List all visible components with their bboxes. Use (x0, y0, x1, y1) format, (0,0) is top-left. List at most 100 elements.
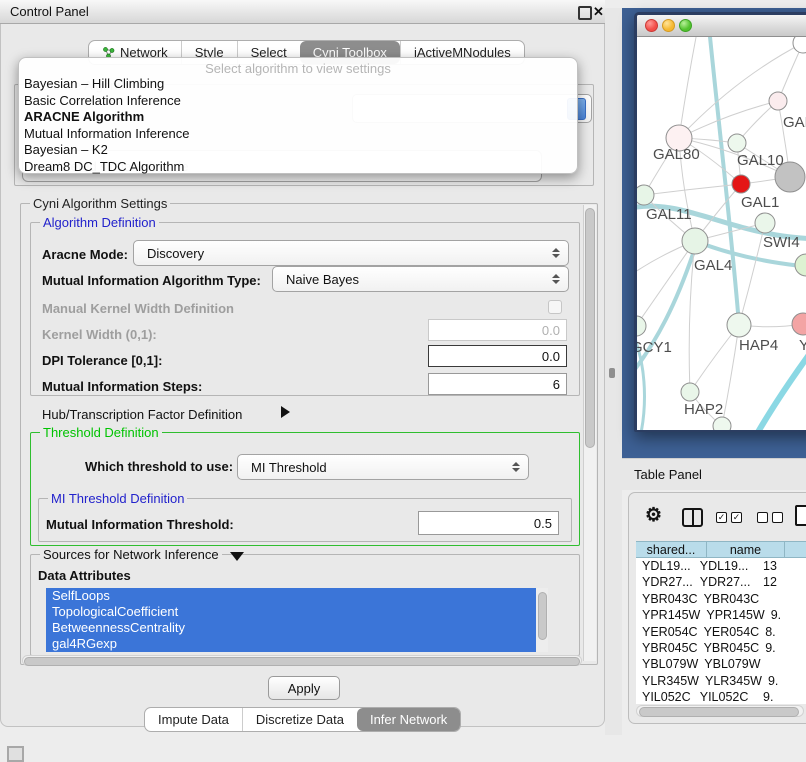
node-label-gal10: GAL10 (737, 152, 784, 169)
table-row[interactable]: YBR045CYBR045C9. (636, 640, 806, 656)
hub-expand-icon[interactable] (281, 406, 290, 418)
network-node[interactable] (792, 313, 806, 335)
which-threshold-combo[interactable]: MI Threshold (237, 454, 529, 480)
node-label-gal11: GAL11 (646, 206, 692, 223)
attribute-item-gal4rgexp[interactable]: gal4RGexp (46, 636, 548, 652)
table-cell: YPR145W (700, 607, 764, 623)
algorithm-option-mutual-information-inference[interactable]: Mutual Information Inference (19, 126, 577, 143)
table-cell: YDR27... (694, 574, 757, 590)
algorithm-option-bayesian-hill-climbing[interactable]: Bayesian – Hill Climbing (19, 76, 577, 93)
network-node[interactable] (795, 254, 806, 276)
split-panel-icon[interactable] (682, 508, 703, 527)
table-row[interactable]: YLR345WYLR345W9. (636, 673, 806, 689)
network-node[interactable] (637, 185, 654, 205)
node-label-gal80: GAL80 (653, 146, 700, 163)
aracne-mode-combo[interactable]: Discovery (133, 240, 569, 266)
attribute-item-betweennesscentrality[interactable]: BetweennessCentrality (46, 620, 548, 636)
kernel-width-field[interactable]: 0.0 (428, 319, 567, 341)
document-icon[interactable] (795, 505, 806, 526)
mi-steps-field[interactable]: 6 (428, 373, 567, 395)
checked-checkbox-icon[interactable]: ✓ (716, 512, 727, 523)
table-cell: YIL052C (636, 689, 694, 704)
data-attributes-list[interactable]: SelfLoopsTopologicalCoefficientBetweenne… (46, 588, 548, 652)
column-header-a[interactable]: A (785, 541, 806, 558)
data-attributes-label: Data Attributes (38, 568, 131, 583)
unchecked-checkbox-icon[interactable] (757, 512, 768, 523)
network-view-window: GALGAL80GAL10GAL1GAL11SWI4GAL4GCY1HAP4YH… (634, 12, 806, 432)
tab-impute-data[interactable]: Impute Data (145, 708, 242, 731)
network-node[interactable] (637, 316, 646, 336)
table-row[interactable]: YIL052CYIL052C9. (636, 689, 806, 704)
network-node[interactable] (732, 175, 750, 193)
float-icon[interactable] (578, 6, 592, 20)
attribute-item-topologicalcoefficient[interactable]: TopologicalCoefficient (46, 604, 548, 620)
zoom-traffic-light[interactable] (679, 19, 692, 32)
close-icon[interactable]: ✕ (593, 4, 604, 20)
network-node[interactable] (728, 134, 746, 152)
algorithm-option-dream8-dc-tdc-algorithm[interactable]: Dream8 DC_TDC Algorithm (19, 159, 577, 176)
column-header-shared[interactable]: shared... (636, 541, 707, 558)
hub-section-label[interactable]: Hub/Transcription Factor Definition (42, 407, 242, 422)
panel-splitter[interactable] (605, 8, 622, 735)
table-cell: YER054C (636, 624, 698, 640)
network-node[interactable] (681, 383, 699, 401)
table-cell: YBL079W (698, 656, 760, 672)
network-canvas[interactable]: GALGAL80GAL10GAL1GAL11SWI4GAL4GCY1HAP4YH… (637, 37, 806, 430)
table-cell: YDR27... (636, 574, 694, 590)
table-row[interactable]: YER054CYER054C8. (636, 624, 806, 640)
algorithm-option-bayesian-k2[interactable]: Bayesian – K2 (19, 142, 577, 159)
which-threshold-value: MI Threshold (238, 460, 327, 475)
aracne-mode-label: Aracne Mode: (42, 247, 128, 262)
table-row[interactable]: YPR145WYPR145W9. (636, 607, 806, 623)
node-label-swi4: SWI4 (763, 234, 800, 251)
manual-kernel-label: Manual Kernel Width Definition (42, 301, 234, 316)
network-window-titlebar[interactable] (637, 15, 806, 37)
algorithm-dropdown: Select algorithm to view settings Bayesi… (18, 57, 578, 174)
minimize-traffic-light[interactable] (662, 19, 675, 32)
mi-type-combo[interactable]: Naive Bayes (272, 266, 569, 292)
tab-label: Impute Data (158, 712, 229, 727)
network-node[interactable] (793, 37, 806, 53)
table-row[interactable]: YBR043CYBR043C (636, 591, 806, 607)
network-node[interactable] (755, 213, 775, 233)
attribute-item-selfloops[interactable]: SelfLoops (46, 588, 548, 604)
table-horizontal-scrollbar[interactable] (636, 705, 804, 717)
close-traffic-light[interactable] (645, 19, 658, 32)
algorithm-option-aracne-algorithm[interactable]: ARACNE Algorithm (19, 109, 577, 126)
table-panel-titlebar: Table Panel (622, 458, 806, 490)
table-row[interactable]: YDL19...YDL19...13 (636, 558, 806, 574)
table-cell: 9. (765, 607, 806, 623)
stepper-icon (552, 248, 560, 258)
threshold-definition-title: Threshold Definition (40, 425, 162, 440)
network-node[interactable] (769, 92, 787, 110)
apply-button[interactable]: Apply (268, 676, 340, 700)
settings-vertical-scrollbar[interactable] (583, 205, 596, 661)
network-node[interactable] (727, 313, 751, 337)
manual-kernel-checkbox[interactable] (548, 300, 562, 314)
node-label-gal1: GAL1 (741, 194, 779, 211)
table-row[interactable]: YDR27...YDR27...12 (636, 574, 806, 590)
stepper-icon (552, 274, 560, 284)
unchecked-checkbox-icon[interactable] (772, 512, 783, 523)
checked-checkbox-icon[interactable]: ✓ (731, 512, 742, 523)
node-label-gcy1: GCY1 (637, 339, 672, 356)
tab-label: Discretize Data (256, 712, 344, 727)
settings-horizontal-scrollbar[interactable] (22, 655, 582, 666)
attributes-scrollbar[interactable] (536, 588, 548, 652)
tab-discretize-data[interactable]: Discretize Data (242, 708, 357, 731)
column-header-name[interactable]: name (707, 541, 785, 558)
table-row[interactable]: YBL079WYBL079W (636, 656, 806, 672)
dpi-tolerance-field[interactable]: 0.0 (428, 345, 567, 367)
sources-collapse-icon[interactable] (230, 552, 244, 561)
table-cell: 9. (757, 689, 806, 704)
tab-infer-network[interactable]: Infer Network (357, 708, 460, 731)
algorithm-option-basic-correlation-inference[interactable]: Basic Correlation Inference (19, 93, 577, 110)
network-node[interactable] (713, 417, 731, 430)
table-header: shared...nameA (636, 541, 806, 558)
sources-title[interactable]: Sources for Network Inference (40, 547, 222, 562)
network-node[interactable] (682, 228, 708, 254)
gear-icon[interactable]: ⚙ (645, 504, 662, 527)
table-cell: YBR045C (698, 640, 760, 656)
mi-threshold-field[interactable]: 0.5 (418, 511, 559, 535)
dock-grip-icon[interactable] (7, 746, 24, 762)
